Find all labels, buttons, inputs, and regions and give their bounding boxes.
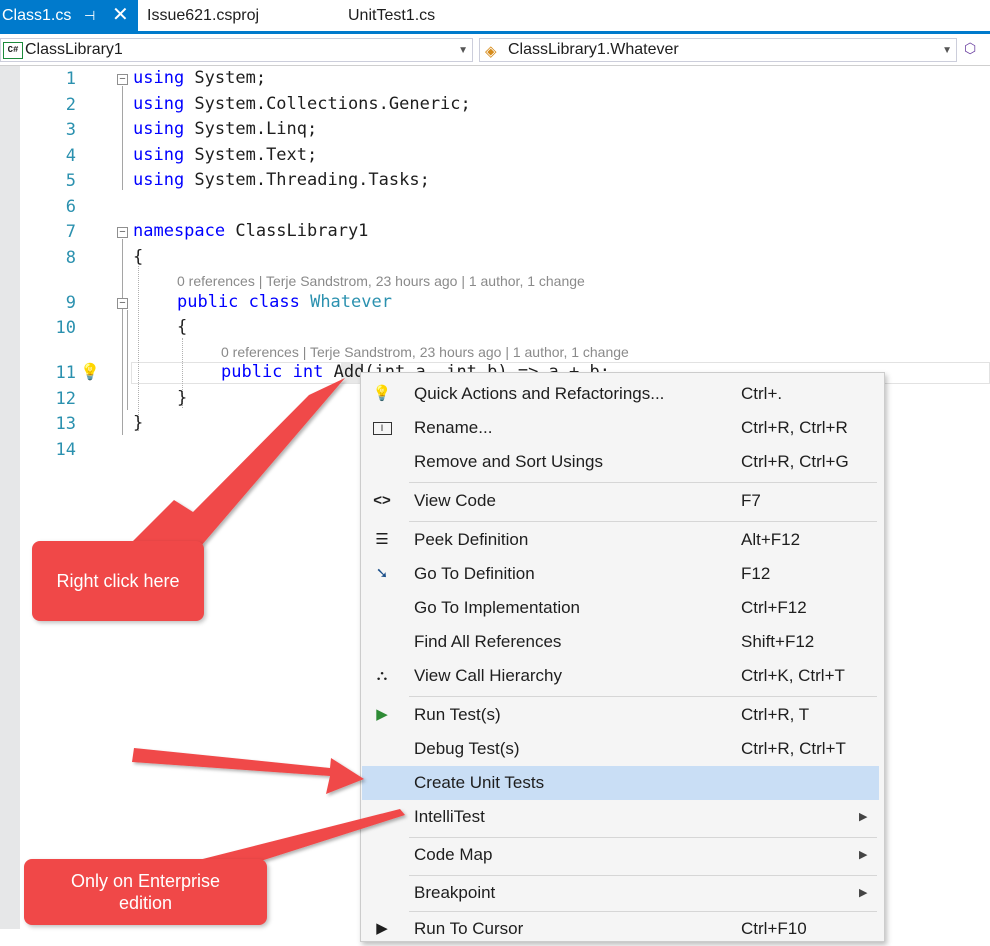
callout-right-click: Right click here [32,541,204,621]
callout-enterprise-text: Only on Enterprise edition [70,871,221,913]
callout-enterprise: Only on Enterprise edition [24,859,267,925]
arrow-to-create-unit-tests [132,748,364,794]
arrow-to-add-method [132,378,345,546]
annotation-arrows [132,378,405,874]
